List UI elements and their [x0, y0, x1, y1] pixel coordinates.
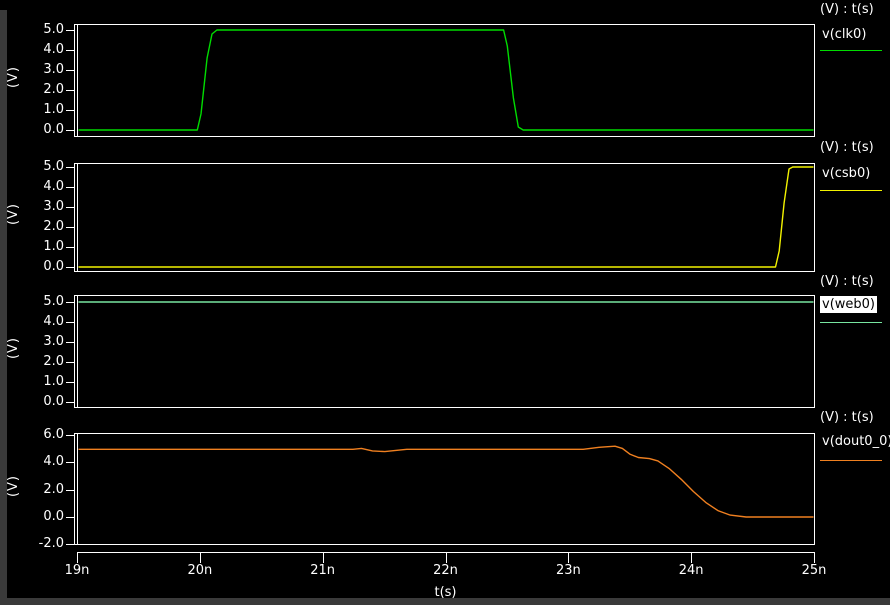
y-tick-label: 3.0	[18, 63, 64, 77]
y-tick-label: 1.0	[18, 103, 64, 117]
y-tick-label: 2.0	[18, 83, 64, 97]
y-tick-mark	[66, 130, 74, 131]
x-tick-mark	[200, 552, 201, 563]
y-tick-label: 2.0	[18, 483, 64, 497]
trace-color-swatch-web0	[820, 322, 882, 323]
y-tick-label: 5.0	[18, 160, 64, 174]
y-tick-mark	[66, 247, 74, 248]
y-tick-mark	[66, 302, 74, 303]
plot-format-label: (V) : t(s)	[820, 410, 890, 425]
y-tick-label: 5.0	[18, 23, 64, 37]
y-tick-label: 1.0	[18, 240, 64, 254]
y-tick-label: 4.0	[18, 180, 64, 194]
y-tick-label: 3.0	[18, 200, 64, 214]
y-tick-mark	[66, 517, 74, 518]
trace-color-swatch-dout0-0	[820, 460, 882, 461]
y-tick-mark	[66, 342, 74, 343]
y-tick-mark	[66, 490, 74, 491]
x-tick-mark	[446, 552, 447, 563]
waveform-trace-clk0	[78, 25, 814, 136]
x-tick-label: 21n	[301, 563, 345, 578]
y-tick-mark	[66, 362, 74, 363]
trace-color-swatch-csb0	[820, 190, 882, 191]
y-tick-label: 4.0	[18, 315, 64, 329]
y-tick-label: 0.0	[18, 123, 64, 137]
trace-color-swatch-clk0	[820, 50, 882, 51]
signal-label-clk0[interactable]: v(clk0)	[820, 26, 868, 43]
plot-format-label: (V) : t(s)	[820, 274, 890, 289]
plot-area-web0[interactable]	[77, 295, 815, 408]
plot-format-label: (V) : t(s)	[820, 2, 890, 17]
y-tick-label: 3.0	[18, 335, 64, 349]
waveform-trace-dout0-0	[78, 434, 814, 544]
x-tick-mark	[691, 552, 692, 563]
waveform-trace-csb0	[78, 164, 814, 271]
y-axis-spine	[74, 433, 75, 545]
plot-area-dout0-0[interactable]	[77, 433, 815, 545]
y-tick-label: 0.0	[18, 260, 64, 274]
y-tick-mark	[66, 70, 74, 71]
plot-area-csb0[interactable]	[77, 163, 815, 272]
y-tick-label: -2.0	[18, 537, 64, 551]
y-tick-mark	[66, 435, 74, 436]
x-tick-mark	[568, 552, 569, 563]
x-tick-mark	[814, 552, 815, 563]
waveform-viewer-window: (V) 5.04.03.02.01.00.0 (V) : t(s) v(clk0…	[0, 0, 890, 605]
y-tick-mark	[66, 544, 74, 545]
y-tick-mark	[66, 227, 74, 228]
y-tick-label: 6.0	[18, 428, 64, 442]
y-axis-spine	[74, 295, 75, 408]
x-tick-label: 25n	[792, 563, 836, 578]
x-tick-mark	[77, 552, 78, 563]
waveform-trace-web0	[78, 296, 814, 407]
plot-area-clk0[interactable]	[77, 24, 815, 137]
y-tick-mark	[66, 322, 74, 323]
y-tick-label: 2.0	[18, 220, 64, 234]
y-tick-label: 0.0	[18, 510, 64, 524]
y-tick-mark	[66, 382, 74, 383]
y-tick-label: 4.0	[18, 455, 64, 469]
signal-label-web0[interactable]: v(web0)	[820, 296, 877, 313]
y-tick-mark	[66, 207, 74, 208]
y-tick-mark	[66, 187, 74, 188]
y-tick-mark	[66, 110, 74, 111]
x-tick-label: 22n	[424, 563, 468, 578]
y-tick-label: 0.0	[18, 395, 64, 409]
y-tick-label: 1.0	[18, 375, 64, 389]
x-tick-label: 24n	[669, 563, 713, 578]
x-tick-label: 23n	[546, 563, 590, 578]
window-edge-left	[0, 10, 7, 605]
plot-format-label: (V) : t(s)	[820, 140, 890, 155]
y-tick-mark	[66, 50, 74, 51]
y-axis-spine	[74, 24, 75, 137]
signal-label-dout0-0[interactable]: v(dout0_0)	[820, 433, 890, 450]
x-axis-title: t(s)	[415, 585, 476, 600]
y-tick-mark	[66, 167, 74, 168]
y-tick-mark	[66, 402, 74, 403]
y-tick-mark	[66, 267, 74, 268]
y-tick-label: 5.0	[18, 295, 64, 309]
x-tick-label: 20n	[178, 563, 222, 578]
y-tick-mark	[66, 462, 74, 463]
x-tick-mark	[323, 552, 324, 563]
x-tick-label: 19n	[55, 563, 99, 578]
y-tick-label: 2.0	[18, 355, 64, 369]
y-axis-spine	[74, 163, 75, 272]
y-tick-mark	[66, 30, 74, 31]
y-tick-mark	[66, 90, 74, 91]
signal-label-csb0[interactable]: v(csb0)	[820, 165, 872, 182]
y-tick-label: 4.0	[18, 43, 64, 57]
